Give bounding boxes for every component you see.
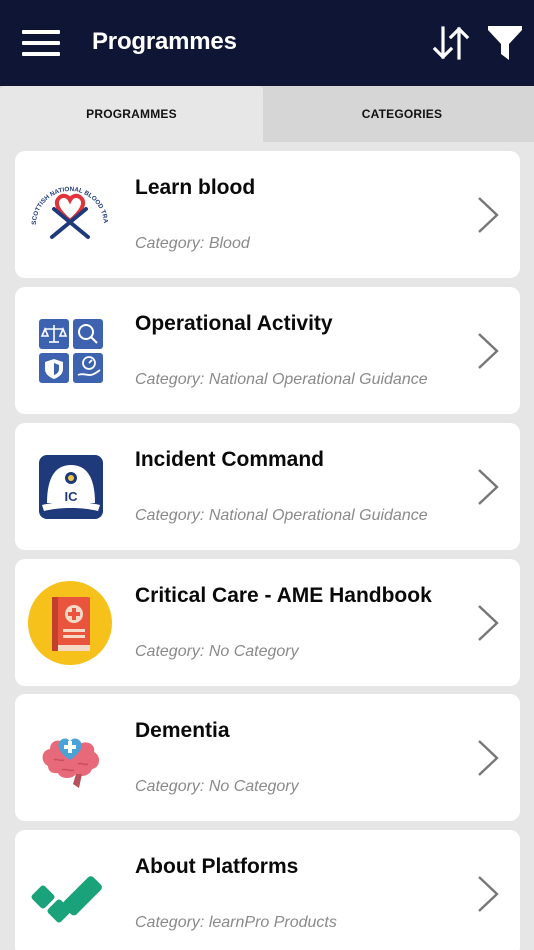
- medical-handbook-icon: [28, 581, 112, 665]
- tab-programmes[interactable]: PROGRAMMES: [0, 86, 263, 142]
- learnpro-logo: [28, 852, 112, 936]
- programme-name: Critical Care - AME Handbook: [135, 584, 432, 607]
- hamburger-menu-icon[interactable]: [22, 28, 60, 58]
- programme-card-learn-blood[interactable]: SCOTTISH NATIONAL BLOOD TRANSFUSION SERV…: [15, 151, 520, 278]
- programme-card-incident-command[interactable]: IC Incident Command Category: National O…: [15, 423, 520, 550]
- chevron-right-icon: [478, 605, 499, 641]
- blood-transfusion-logo: SCOTTISH NATIONAL BLOOD TRANSFUSION SERV…: [26, 168, 112, 257]
- programme-name: Operational Activity: [135, 312, 333, 335]
- programme-category: Category: National Operational Guidance: [135, 507, 428, 524]
- filter-funnel-icon[interactable]: [486, 24, 524, 62]
- dementia-brain-heart-icon: [28, 716, 112, 800]
- tab-categories[interactable]: CATEGORIES: [270, 86, 534, 142]
- programme-card-dementia[interactable]: Dementia Category: No Category: [15, 694, 520, 821]
- programme-name: Incident Command: [135, 448, 325, 471]
- programme-name: About Platforms: [135, 855, 299, 878]
- chevron-right-icon: [478, 333, 499, 369]
- svg-text:IC: IC: [65, 489, 79, 504]
- programme-card-operational-activity[interactable]: Operational Activity Category: National …: [15, 287, 520, 414]
- operational-activity-icon: [28, 309, 112, 393]
- programme-category: Category: learnPro Products: [135, 914, 337, 931]
- programme-category: Category: National Operational Guidance: [135, 371, 428, 388]
- sort-arrows-icon[interactable]: [432, 24, 470, 62]
- chevron-right-icon: [478, 197, 499, 233]
- chevron-right-icon: [478, 740, 499, 776]
- programme-name: Learn blood: [135, 176, 256, 199]
- programme-card-critical-care[interactable]: Critical Care - AME Handbook Category: N…: [15, 559, 520, 686]
- programme-card-about-platforms[interactable]: About Platforms Category: learnPro Produ…: [15, 830, 520, 950]
- app-header: Programmes: [0, 0, 534, 86]
- tab-bar: PROGRAMMES CATEGORIES: [0, 86, 534, 142]
- programme-category: Category: No Category: [135, 778, 299, 795]
- programme-category: Category: Blood: [135, 235, 250, 252]
- chevron-right-icon: [478, 469, 499, 505]
- incident-command-helmet-icon: IC: [28, 445, 112, 529]
- chevron-right-icon: [478, 876, 499, 912]
- programme-name: Dementia: [135, 719, 230, 742]
- programme-list: SCOTTISH NATIONAL BLOOD TRANSFUSION SERV…: [0, 142, 534, 950]
- page-title: Programmes: [92, 28, 237, 55]
- programme-category: Category: No Category: [135, 643, 299, 660]
